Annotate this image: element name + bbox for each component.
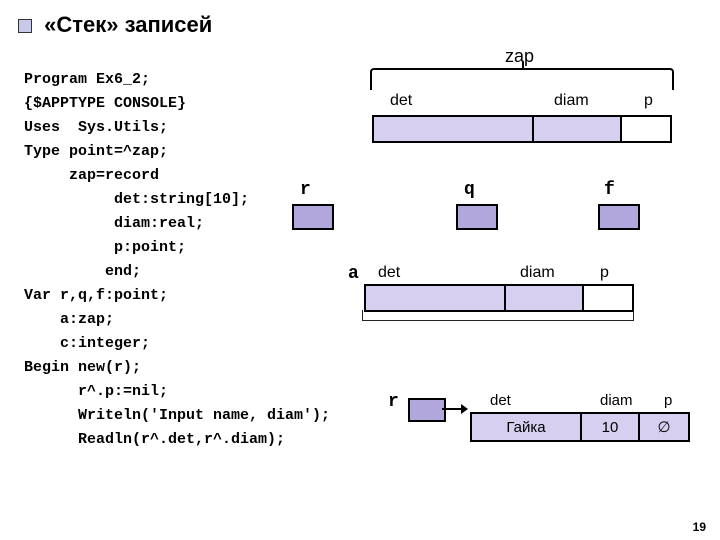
record-cell [374,117,534,141]
field-det: det [378,264,400,282]
record-cell [506,286,584,310]
code-block: Program Ex6_2; {$APPTYPE CONSOLE} Uses S… [24,44,330,452]
pointer-f-label: f [604,180,615,200]
record-cell-p: ∅ [640,414,688,440]
page-title: «Стек» записей [18,12,702,38]
record-cell-det: Гайка [472,414,582,440]
a-label: a [348,264,359,284]
code-line: zap=record [24,167,159,184]
zap-label: zap [505,46,534,67]
record-cell [366,286,506,310]
pointer-q-label: q [464,180,475,200]
field-det: det [390,92,412,110]
record-cell [622,117,670,141]
code-line: a:zap; [24,311,114,328]
code-line: Uses Sys.Utils; [24,119,168,136]
arrow-icon [442,408,462,410]
code-line: end; [24,263,141,280]
pointer-f-box [598,204,640,230]
field-diam: diam [520,264,555,282]
code-line: det:string[10]; [24,191,249,208]
code-line: {$APPTYPE CONSOLE} [24,95,186,112]
code-line: Var r,q,f:point; [24,287,168,304]
field-diam: diam [600,392,633,409]
record-cell [584,286,632,310]
field-det: det [490,392,511,409]
field-diam: diam [554,92,589,110]
code-line: Begin new(r); [24,359,141,376]
a-record-box [364,284,634,312]
code-line: p:point; [24,239,186,256]
code-line: diam:real; [24,215,204,232]
zap-record-box [372,115,672,143]
field-p: p [664,392,672,409]
pointer-r-box [292,204,334,230]
code-line: c:integer; [24,335,150,352]
record-cell-diam: 10 [582,414,640,440]
record-cell [534,117,622,141]
code-line: Program Ex6_2; [24,71,150,88]
code-line: r^.p:=nil; [24,383,168,400]
code-line: Readln(r^.det,r^.diam); [24,431,285,448]
field-p: p [600,264,609,282]
bottom-r-label: r [388,392,399,412]
pointer-r-label: r [300,180,311,200]
bottom-record-box: Гайка 10 ∅ [470,412,690,442]
brace-icon [362,310,634,321]
pointer-q-box [456,204,498,230]
title-text: «Стек» записей [44,12,212,37]
bullet-icon [18,19,32,33]
code-line: Writeln('Input name, diam'); [24,407,330,424]
page-number: 19 [693,520,706,534]
field-p: p [644,92,653,110]
bottom-r-box [408,398,446,422]
brace-icon [370,68,674,90]
code-line: Type point=^zap; [24,143,168,160]
